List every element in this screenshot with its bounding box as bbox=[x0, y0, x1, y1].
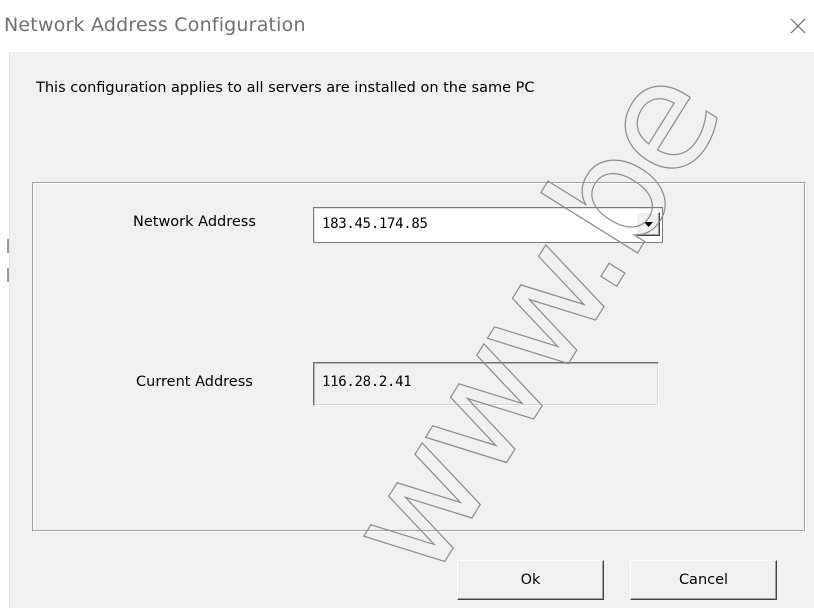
network-address-dropdown[interactable]: 183.45.174.85 bbox=[313, 207, 663, 243]
current-address-field: 116.28.2.41 bbox=[313, 362, 659, 406]
network-address-label: Network Address bbox=[133, 214, 256, 230]
chevron-down-icon bbox=[644, 222, 653, 227]
current-address-value: 116.28.2.41 bbox=[322, 374, 412, 390]
current-address-label: Current Address bbox=[136, 374, 253, 390]
window-title: Network Address Configuration bbox=[4, 14, 306, 36]
resize-tick bbox=[7, 268, 9, 282]
close-icon bbox=[790, 18, 806, 34]
title-bar[interactable]: Network Address Configuration bbox=[0, 0, 814, 52]
ok-button[interactable]: Ok bbox=[457, 560, 604, 600]
close-button[interactable] bbox=[780, 6, 814, 46]
dialog-window: Network Address Configuration This confi… bbox=[0, 0, 814, 608]
network-address-value: 183.45.174.85 bbox=[322, 216, 428, 232]
resize-tick bbox=[7, 239, 9, 253]
cancel-button[interactable]: Cancel bbox=[630, 560, 777, 600]
dropdown-arrow-button[interactable] bbox=[636, 212, 660, 236]
info-message: This configuration applies to all server… bbox=[36, 80, 535, 96]
